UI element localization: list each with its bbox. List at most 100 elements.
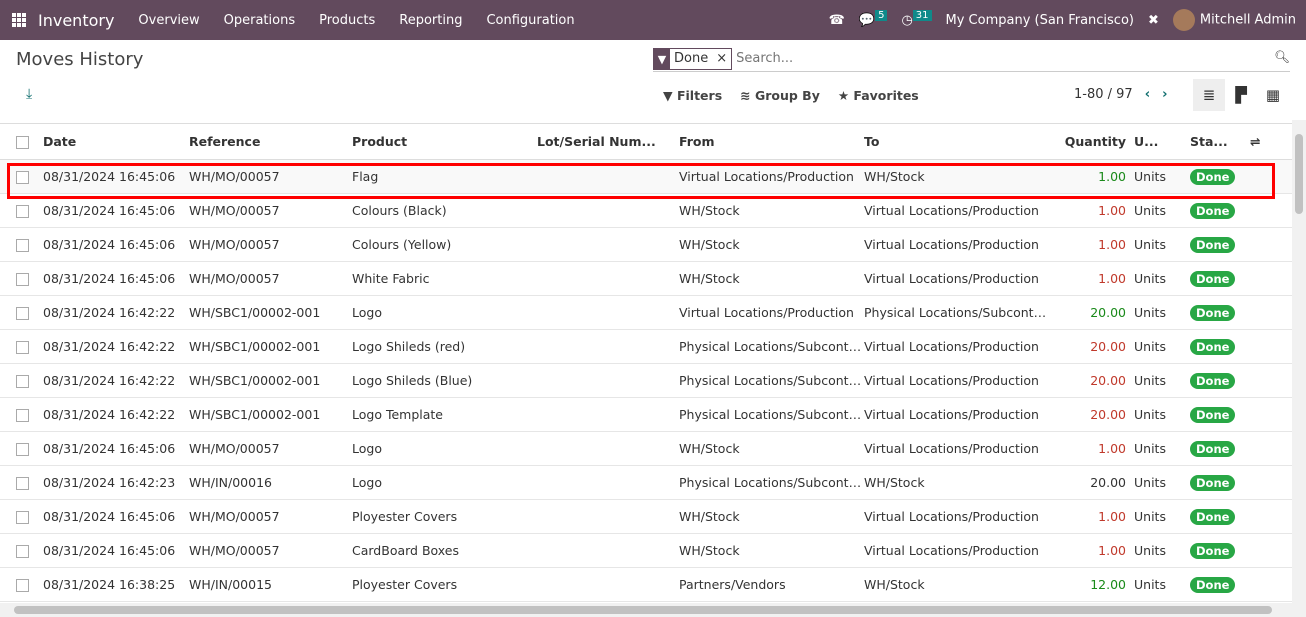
- table-row[interactable]: 08/31/2024 16:45:06 WH/MO/00057 Colours …: [0, 227, 1292, 262]
- cell-date: 08/31/2024 16:42:23: [43, 465, 189, 500]
- col-quantity[interactable]: Quantity: [1049, 123, 1134, 160]
- col-reference[interactable]: Reference: [189, 123, 352, 160]
- cell-product: Logo: [352, 295, 537, 330]
- user-name: Mitchell Admin: [1199, 12, 1296, 28]
- cell-lot: [537, 431, 679, 466]
- vertical-scrollbar[interactable]: [1292, 120, 1306, 603]
- row-checkbox[interactable]: [0, 499, 43, 534]
- pager-next-icon[interactable]: ›: [1162, 87, 1167, 102]
- app-menu-icon[interactable]: [12, 13, 26, 27]
- cell-from: WH/Stock: [679, 227, 864, 262]
- col-to[interactable]: To: [864, 123, 1049, 160]
- user-menu[interactable]: Mitchell Admin: [1172, 9, 1296, 31]
- cell-status: Done: [1190, 397, 1250, 432]
- horizontal-scrollbar[interactable]: [0, 603, 1306, 617]
- menu-overview[interactable]: Overview: [138, 13, 199, 28]
- menu-configuration[interactable]: Configuration: [486, 13, 574, 28]
- filters-button[interactable]: ▼ Filters: [663, 88, 722, 103]
- cell-date: 08/31/2024 16:45:06: [43, 431, 189, 466]
- table-row[interactable]: 08/31/2024 16:45:06 WH/MO/00057 CardBoar…: [0, 533, 1292, 568]
- row-checkbox[interactable]: [0, 329, 43, 364]
- col-uom[interactable]: U...: [1134, 123, 1190, 160]
- menu-reporting[interactable]: Reporting: [399, 13, 462, 28]
- row-checkbox[interactable]: [0, 295, 43, 330]
- row-checkbox[interactable]: [0, 533, 43, 568]
- table-row[interactable]: 08/31/2024 16:42:23 WH/IN/00016 Logo Phy…: [0, 465, 1292, 500]
- list-view-icon[interactable]: ≣: [1193, 79, 1225, 111]
- cell-quantity: 1.00: [1049, 499, 1134, 534]
- status-badge: Done: [1190, 271, 1236, 287]
- table-row[interactable]: 08/31/2024 16:45:06 WH/MO/00057 Logo WH/…: [0, 431, 1292, 466]
- favorites-button[interactable]: ★ Favorites: [838, 88, 919, 103]
- cell-uom: Units: [1134, 431, 1190, 466]
- cell-status: Done: [1190, 329, 1250, 364]
- col-product[interactable]: Product: [352, 123, 537, 160]
- cell-status: Done: [1190, 567, 1250, 602]
- cell-quantity: 1.00: [1049, 261, 1134, 296]
- cell-product: Logo Shileds (Blue): [352, 363, 537, 398]
- menu-products[interactable]: Products: [319, 13, 375, 28]
- cell-uom: Units: [1134, 397, 1190, 432]
- clock-icon: ◷: [901, 12, 913, 28]
- status-badge: Done: [1190, 509, 1236, 525]
- cell-reference: WH/SBC1/00002-001: [189, 397, 352, 432]
- cell-reference: WH/IN/00015: [189, 567, 352, 602]
- company-switcher[interactable]: My Company (San Francisco): [946, 13, 1134, 28]
- col-status[interactable]: Sta...: [1190, 123, 1250, 160]
- table-row[interactable]: 08/31/2024 16:42:22 WH/SBC1/00002-001 Lo…: [0, 363, 1292, 398]
- row-checkbox[interactable]: [0, 397, 43, 432]
- col-lot[interactable]: Lot/Serial Num...: [537, 123, 679, 160]
- row-checkbox[interactable]: [0, 465, 43, 500]
- table-row[interactable]: 08/31/2024 16:42:22 WH/SBC1/00002-001 Lo…: [0, 295, 1292, 330]
- app-brand[interactable]: Inventory: [38, 11, 114, 30]
- cell-from: Virtual Locations/Production: [679, 295, 864, 330]
- cell-to: Virtual Locations/Production: [864, 329, 1049, 364]
- select-all-checkbox[interactable]: [0, 123, 43, 160]
- col-from[interactable]: From: [679, 123, 864, 160]
- tools-icon[interactable]: ✖: [1148, 13, 1159, 28]
- download-icon[interactable]: ⤓: [26, 86, 32, 102]
- cell-quantity: 20.00: [1049, 465, 1134, 500]
- optional-columns-icon[interactable]: ⇌: [1250, 123, 1292, 160]
- search-icon[interactable]: 🔍︎: [1274, 49, 1290, 65]
- cell-date: 08/31/2024 16:42:22: [43, 363, 189, 398]
- menu-operations[interactable]: Operations: [224, 13, 295, 28]
- row-checkbox[interactable]: [0, 363, 43, 398]
- cell-from: Physical Locations/Subcontr...: [679, 397, 864, 432]
- table-row[interactable]: 08/31/2024 16:42:22 WH/SBC1/00002-001 Lo…: [0, 329, 1292, 364]
- messages-button[interactable]: 💬 5: [859, 9, 888, 28]
- table-row[interactable]: 08/31/2024 16:42:22 WH/SBC1/00002-001 Lo…: [0, 397, 1292, 432]
- cell-to: Virtual Locations/Production: [864, 363, 1049, 398]
- cell-lot: [537, 533, 679, 568]
- table-row[interactable]: 08/31/2024 16:45:06 WH/MO/00057 Ployeste…: [0, 499, 1292, 534]
- cell-product: Logo Shileds (red): [352, 329, 537, 364]
- col-date[interactable]: Date: [43, 123, 189, 160]
- table-row[interactable]: 08/31/2024 16:38:25 WH/IN/00015 Ployeste…: [0, 567, 1292, 602]
- group-by-button[interactable]: ≋ Group By: [740, 88, 820, 103]
- pager-value[interactable]: 1-80 / 97: [1074, 87, 1133, 102]
- pivot-view-icon[interactable]: ▦: [1257, 79, 1289, 111]
- row-checkbox[interactable]: [0, 261, 43, 296]
- row-checkbox[interactable]: [0, 227, 43, 262]
- top-navbar: Inventory Overview Operations Products R…: [0, 0, 1306, 40]
- search-input[interactable]: [736, 51, 1290, 66]
- cell-uom: Units: [1134, 227, 1190, 262]
- cell-from: Physical Locations/Subcontr...: [679, 363, 864, 398]
- activities-button[interactable]: ◷ 31: [901, 9, 932, 28]
- cell-reference: WH/IN/00016: [189, 465, 352, 500]
- cell-uom: Units: [1134, 499, 1190, 534]
- phone-icon[interactable]: ☎: [829, 13, 845, 28]
- facet-remove-icon[interactable]: ×: [712, 51, 731, 66]
- cell-product: CardBoard Boxes: [352, 533, 537, 568]
- table-row[interactable]: 08/31/2024 16:45:06 WH/MO/00057 White Fa…: [0, 261, 1292, 296]
- pager-previous-icon[interactable]: ‹: [1145, 87, 1150, 102]
- kanban-view-icon[interactable]: ▛: [1225, 79, 1257, 111]
- layers-icon: ≋: [740, 88, 755, 103]
- row-checkbox[interactable]: [0, 431, 43, 466]
- cell-product: Colours (Yellow): [352, 227, 537, 262]
- cell-reference: WH/SBC1/00002-001: [189, 363, 352, 398]
- cell-lot: [537, 397, 679, 432]
- favorites-label: Favorites: [853, 88, 919, 103]
- cell-from: WH/Stock: [679, 431, 864, 466]
- row-checkbox[interactable]: [0, 567, 43, 602]
